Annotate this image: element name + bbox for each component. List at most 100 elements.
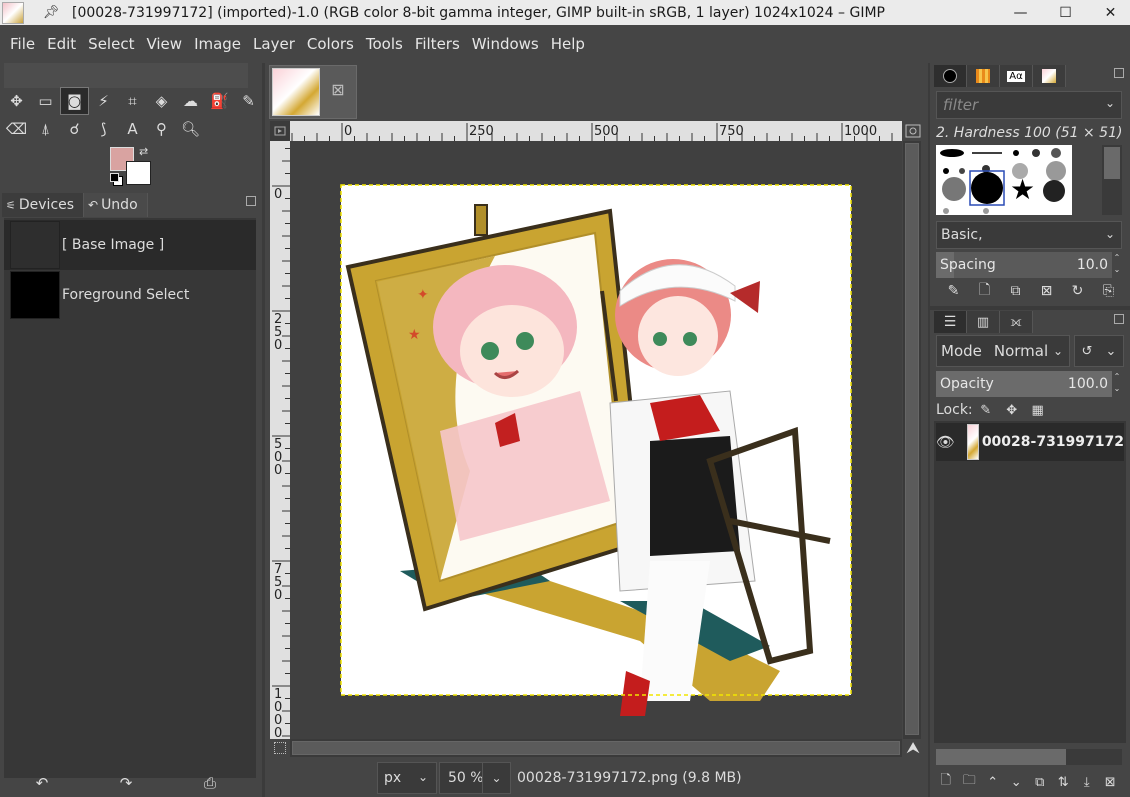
paintbrush-tool-icon[interactable]: ✎ bbox=[234, 87, 263, 115]
dock-separator[interactable] bbox=[930, 306, 1130, 310]
lock-pixels-icon[interactable]: ✎ bbox=[973, 403, 999, 418]
swap-colors-icon[interactable]: ⇄ bbox=[139, 145, 148, 158]
maximize-icon[interactable]: ☐ bbox=[1043, 0, 1088, 25]
menu-view[interactable]: View bbox=[140, 35, 188, 53]
smudge-tool-icon[interactable]: ☌ bbox=[60, 115, 89, 143]
delete-brush-icon[interactable]: ⊠ bbox=[1031, 280, 1062, 302]
menu-file[interactable]: File bbox=[4, 35, 41, 53]
brush-filter-input[interactable]: filter ⌄ bbox=[936, 91, 1122, 119]
chevron-down-icon[interactable]: ⌄ bbox=[1114, 264, 1121, 276]
redo-icon[interactable]: ↷ bbox=[84, 768, 168, 797]
menu-layer[interactable]: Layer bbox=[247, 35, 301, 53]
lower-layer-icon[interactable]: ⌄ bbox=[1005, 771, 1029, 793]
chevron-down-icon[interactable]: ⌄ bbox=[1105, 96, 1115, 110]
tab-brushes[interactable] bbox=[934, 65, 967, 87]
zoom-image-on-resize-icon[interactable] bbox=[903, 121, 923, 141]
unit-selector[interactable]: px ⌄ bbox=[377, 762, 437, 794]
close-tab-icon[interactable]: ⊠ bbox=[328, 80, 348, 99]
tab-images[interactable] bbox=[1033, 65, 1066, 87]
refresh-brushes-icon[interactable]: ↻ bbox=[1062, 280, 1093, 302]
clear-history-icon[interactable]: ⎙ bbox=[168, 768, 252, 797]
spacing-spin-buttons[interactable]: ⌃ ⌄ bbox=[1112, 252, 1122, 276]
tab-fonts[interactable]: Aα bbox=[1000, 65, 1033, 87]
warp-transform-tool-icon[interactable]: ☁ bbox=[176, 87, 205, 115]
tab-channels[interactable]: ▥ bbox=[967, 311, 1000, 333]
zoom-selector[interactable]: 50 % ⌄ bbox=[439, 762, 511, 794]
layer-mode-reset[interactable]: ↺ ⌄ bbox=[1074, 335, 1124, 367]
brush-tag-selector[interactable]: Basic, ⌄ bbox=[936, 221, 1122, 249]
undo-item-base-image[interactable]: [ Base Image ] bbox=[4, 220, 256, 270]
foreground-select-tool-icon[interactable]: ◙ bbox=[60, 87, 89, 115]
edit-brush-icon[interactable]: ✎ bbox=[938, 280, 969, 302]
clone-tool-icon[interactable]: ⍋ bbox=[31, 115, 60, 143]
paths-tool-icon[interactable]: ⟆ bbox=[89, 115, 118, 143]
tab-undo[interactable]: ↶ Undo bbox=[84, 193, 148, 217]
quick-mask-toggle[interactable] bbox=[270, 739, 290, 757]
layer-opacity-slider[interactable]: Opacity 100.0 bbox=[936, 371, 1112, 397]
duplicate-brush-icon[interactable]: ⧉ bbox=[1000, 280, 1031, 302]
new-brush-icon[interactable]: 🗋︎ bbox=[969, 280, 1000, 302]
dock-menu-icon[interactable] bbox=[246, 196, 256, 206]
tab-paths[interactable]: ⟗ bbox=[1000, 311, 1033, 333]
lock-position-icon[interactable]: ✥ bbox=[999, 403, 1025, 418]
dock-menu-icon[interactable] bbox=[1114, 314, 1124, 324]
zoom-tool-icon[interactable]: 🔍︎ bbox=[176, 115, 205, 143]
new-layer-icon[interactable]: 🗋︎ bbox=[934, 771, 958, 793]
menu-tools[interactable]: Tools bbox=[360, 35, 409, 53]
navigate-image-icon[interactable]: ⮝ bbox=[903, 738, 923, 757]
chevron-up-icon[interactable]: ⌃ bbox=[1114, 371, 1121, 383]
menu-filters[interactable]: Filters bbox=[409, 35, 466, 53]
chevron-up-icon[interactable]: ⌃ bbox=[1114, 252, 1121, 264]
image-canvas[interactable]: ✦ ★ bbox=[290, 141, 902, 739]
eraser-tool-icon[interactable]: ⌫ bbox=[2, 115, 31, 143]
unified-transform-tool-icon[interactable]: ◈ bbox=[147, 87, 176, 115]
opacity-spin-buttons[interactable]: ⌃ ⌄ bbox=[1112, 371, 1122, 395]
layers-horizontal-scrollbar[interactable] bbox=[936, 749, 1122, 765]
brush-grid-scrollbar[interactable] bbox=[1102, 145, 1122, 215]
chevron-down-icon[interactable]: ⌄ bbox=[482, 763, 510, 793]
menu-colors[interactable]: Colors bbox=[301, 35, 360, 53]
open-brush-as-image-icon[interactable]: ⎘ bbox=[1093, 280, 1124, 302]
menu-windows[interactable]: Windows bbox=[466, 35, 545, 53]
pin-icon[interactable]: 📌︎ bbox=[40, 5, 62, 20]
duplicate-layer-icon[interactable]: ⧉ bbox=[1028, 771, 1052, 793]
anchor-layer-icon[interactable]: ⇅ bbox=[1052, 771, 1076, 793]
horizontal-scrollbar[interactable] bbox=[290, 739, 902, 757]
undo-item-foreground-select[interactable]: Foreground Select bbox=[4, 270, 256, 320]
layer-mode-selector[interactable]: Mode Normal ⌄ bbox=[936, 335, 1070, 367]
menu-select[interactable]: Select bbox=[82, 35, 140, 53]
text-tool-icon[interactable]: A bbox=[118, 115, 147, 143]
new-layer-group-icon[interactable]: 🗀︎ bbox=[958, 771, 982, 793]
chevron-down-icon[interactable]: ⌄ bbox=[1105, 227, 1115, 241]
merge-layer-icon[interactable]: ⤓ bbox=[1075, 771, 1099, 793]
fuzzy-select-tool-icon[interactable]: ⚡ bbox=[89, 87, 118, 115]
chevron-down-icon[interactable]: ⌄ bbox=[1114, 383, 1121, 395]
menu-image[interactable]: Image bbox=[188, 35, 247, 53]
background-color-swatch[interactable] bbox=[126, 161, 151, 185]
default-colors-icon[interactable] bbox=[110, 173, 123, 186]
brush-spacing-slider[interactable]: Spacing 10.0 bbox=[936, 252, 1112, 278]
color-picker-tool-icon[interactable]: ⚲ bbox=[147, 115, 176, 143]
vertical-scrollbar[interactable] bbox=[903, 141, 921, 739]
move-tool-icon[interactable]: ✥ bbox=[2, 87, 31, 115]
minimize-icon[interactable]: — bbox=[998, 0, 1043, 25]
menu-help[interactable]: Help bbox=[545, 35, 591, 53]
tab-layers[interactable]: ☰ bbox=[934, 311, 967, 333]
bucket-fill-tool-icon[interactable]: ⛽ bbox=[205, 87, 234, 115]
delete-layer-icon[interactable]: ⊠ bbox=[1099, 771, 1123, 793]
menu-edit[interactable]: Edit bbox=[41, 35, 82, 53]
tab-devices[interactable]: ⚟ Devices bbox=[2, 193, 84, 217]
rect-select-tool-icon[interactable]: ▭ bbox=[31, 87, 60, 115]
undo-icon[interactable]: ↶ bbox=[0, 768, 84, 797]
lock-alpha-icon[interactable]: ▦ bbox=[1025, 403, 1051, 418]
raise-layer-icon[interactable]: ⌃ bbox=[981, 771, 1005, 793]
layer-row[interactable]: 👁︎ 00028-731997172 bbox=[936, 423, 1124, 461]
tab-patterns[interactable] bbox=[967, 65, 1000, 87]
close-icon[interactable]: ✕ bbox=[1088, 0, 1130, 25]
ruler-corner-menu[interactable] bbox=[270, 121, 290, 141]
layer-name[interactable]: 00028-731997172 bbox=[982, 434, 1124, 450]
visibility-eye-icon[interactable]: 👁︎ bbox=[936, 433, 955, 451]
dock-menu-icon[interactable] bbox=[1114, 68, 1124, 78]
brush-grid[interactable]: ★ bbox=[936, 145, 1072, 215]
image-tab[interactable]: ⊠ bbox=[269, 65, 357, 119]
